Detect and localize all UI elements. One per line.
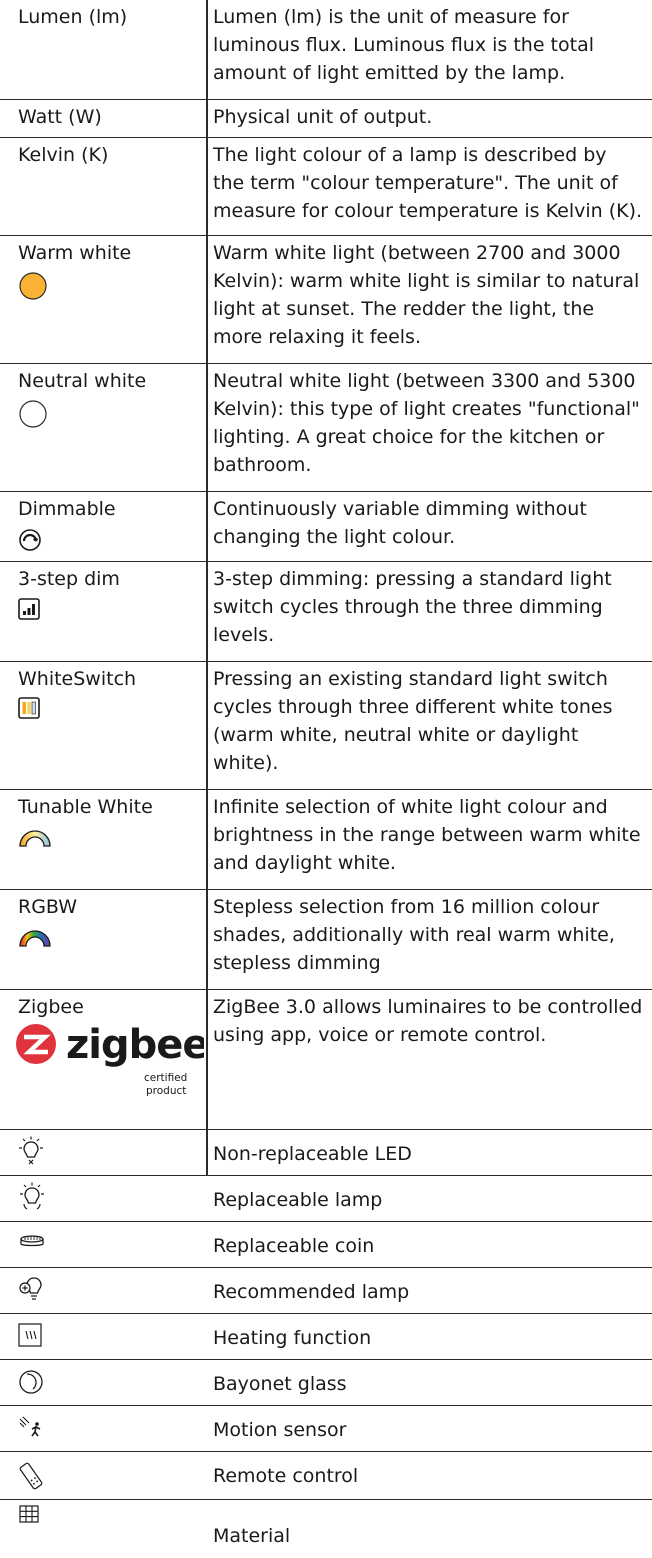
legend-row-rgbw: RGBW Stepless selection from 16 million … xyxy=(0,890,652,990)
row-description: Replaceable lamp xyxy=(213,1189,383,1211)
term-label: Neutral white xyxy=(18,370,147,392)
legend-row-material: Material xyxy=(0,1500,652,1558)
row-description: Remote control xyxy=(213,1465,359,1487)
term-label: Tunable White xyxy=(18,796,153,818)
legend-row-lumen: Lumen (lm) Lumen (lm) is the unit of mea… xyxy=(0,0,652,100)
rgbw-icon xyxy=(18,926,52,948)
term-description: The light colour of a lamp is described … xyxy=(213,144,643,222)
heating-function-icon xyxy=(18,1323,44,1349)
term-description: 3-step dimming: pressing a standard ligh… xyxy=(213,568,612,646)
non-replaceable-led-icon xyxy=(18,1136,44,1165)
material-icon xyxy=(18,1504,44,1530)
legend-row-watt: Watt (W) Physical unit of output. xyxy=(0,100,652,138)
motion-sensor-icon xyxy=(18,1415,44,1441)
legend-row-warm-white: Warm white Warm white light (between 270… xyxy=(0,236,652,364)
term-description: ZigBee 3.0 allows luminaires to be contr… xyxy=(213,996,643,1046)
term-description: Infinite selection of white light colour… xyxy=(213,796,641,874)
row-description: Material xyxy=(213,1525,291,1547)
term-description: Continuously variable dimming without ch… xyxy=(213,498,587,548)
legend-row-heating-function: Heating function xyxy=(0,1314,652,1360)
legend-row-bayonet-glass: Bayonet glass xyxy=(0,1360,652,1406)
legend-row-motion-sensor: Motion sensor xyxy=(0,1406,652,1452)
row-description: Motion sensor xyxy=(213,1419,347,1441)
remote-control-icon xyxy=(18,1461,44,1490)
legend-row-non-replaceable-led: Non-replaceable LED xyxy=(0,1130,652,1176)
legend-row-dimmable: Dimmable Continuously variable dimming w… xyxy=(0,492,652,562)
term-label: WhiteSwitch xyxy=(18,668,137,690)
row-description: Replaceable coin xyxy=(213,1235,375,1257)
term-description: Pressing an existing standard light swit… xyxy=(213,668,613,774)
svg-text:certified: certified xyxy=(144,1072,187,1084)
row-description: Bayonet glass xyxy=(213,1373,347,1395)
legend-row-whiteswitch: WhiteSwitch Pressing an existing standar… xyxy=(0,662,652,790)
legend-table: Lumen (lm) Lumen (lm) is the unit of mea… xyxy=(0,0,652,1558)
legend-row-tunable-white: Tunable White Infinite selection of whit… xyxy=(0,790,652,890)
term-description: Neutral white light (between 3300 and 53… xyxy=(213,370,640,476)
term-label: RGBW xyxy=(18,896,78,918)
warm-white-circle-icon xyxy=(18,271,48,301)
row-description: Recommended lamp xyxy=(213,1281,410,1303)
term-label: Zigbee xyxy=(18,996,84,1018)
legend-row-zigbee: Zigbee zigbee certified product ZigBee 3… xyxy=(0,990,652,1130)
legend-row-remote-control: Remote control xyxy=(0,1452,652,1500)
term-description: Stepless selection from 16 million colou… xyxy=(213,896,615,974)
svg-text:product: product xyxy=(146,1085,186,1097)
three-step-dim-icon xyxy=(18,598,40,620)
neutral-white-circle-icon xyxy=(18,399,48,429)
dimmable-icon xyxy=(18,528,42,552)
term-description: Physical unit of output. xyxy=(213,106,433,128)
row-description: Heating function xyxy=(213,1327,372,1349)
legend-row-neutral-white: Neutral white Neutral white light (betwe… xyxy=(0,364,652,492)
term-label: 3-step dim xyxy=(18,568,120,590)
recommended-lamp-icon xyxy=(18,1275,44,1301)
term-label: Watt (W) xyxy=(18,106,102,128)
term-label: Warm white xyxy=(18,242,132,264)
whiteswitch-icon xyxy=(18,697,40,719)
term-description: Warm white light (between 2700 and 3000 … xyxy=(213,242,640,348)
term-description: Lumen (lm) is the unit of measure for lu… xyxy=(213,6,594,84)
legend-row-recommended-lamp: Recommended lamp xyxy=(0,1268,652,1314)
replaceable-lamp-icon xyxy=(18,1182,44,1210)
svg-text:zigbee: zigbee xyxy=(66,1022,204,1068)
legend-row-kelvin: Kelvin (K) The light colour of a lamp is… xyxy=(0,138,652,236)
legend-row-replaceable-coin: Replaceable coin xyxy=(0,1222,652,1268)
legend-row-3-step-dim: 3-step dim 3-step dimming: pressing a st… xyxy=(0,562,652,662)
tunable-white-icon xyxy=(18,826,52,848)
term-label: Kelvin (K) xyxy=(18,144,109,166)
row-description: Non-replaceable LED xyxy=(213,1143,412,1165)
replaceable-coin-icon xyxy=(18,1232,44,1258)
bayonet-glass-icon xyxy=(18,1369,44,1395)
legend-row-replaceable-lamp: Replaceable lamp xyxy=(0,1176,652,1222)
term-label: Lumen (lm) xyxy=(18,6,128,28)
zigbee-logo: zigbee certified product xyxy=(14,1020,204,1102)
term-label: Dimmable xyxy=(18,498,116,520)
